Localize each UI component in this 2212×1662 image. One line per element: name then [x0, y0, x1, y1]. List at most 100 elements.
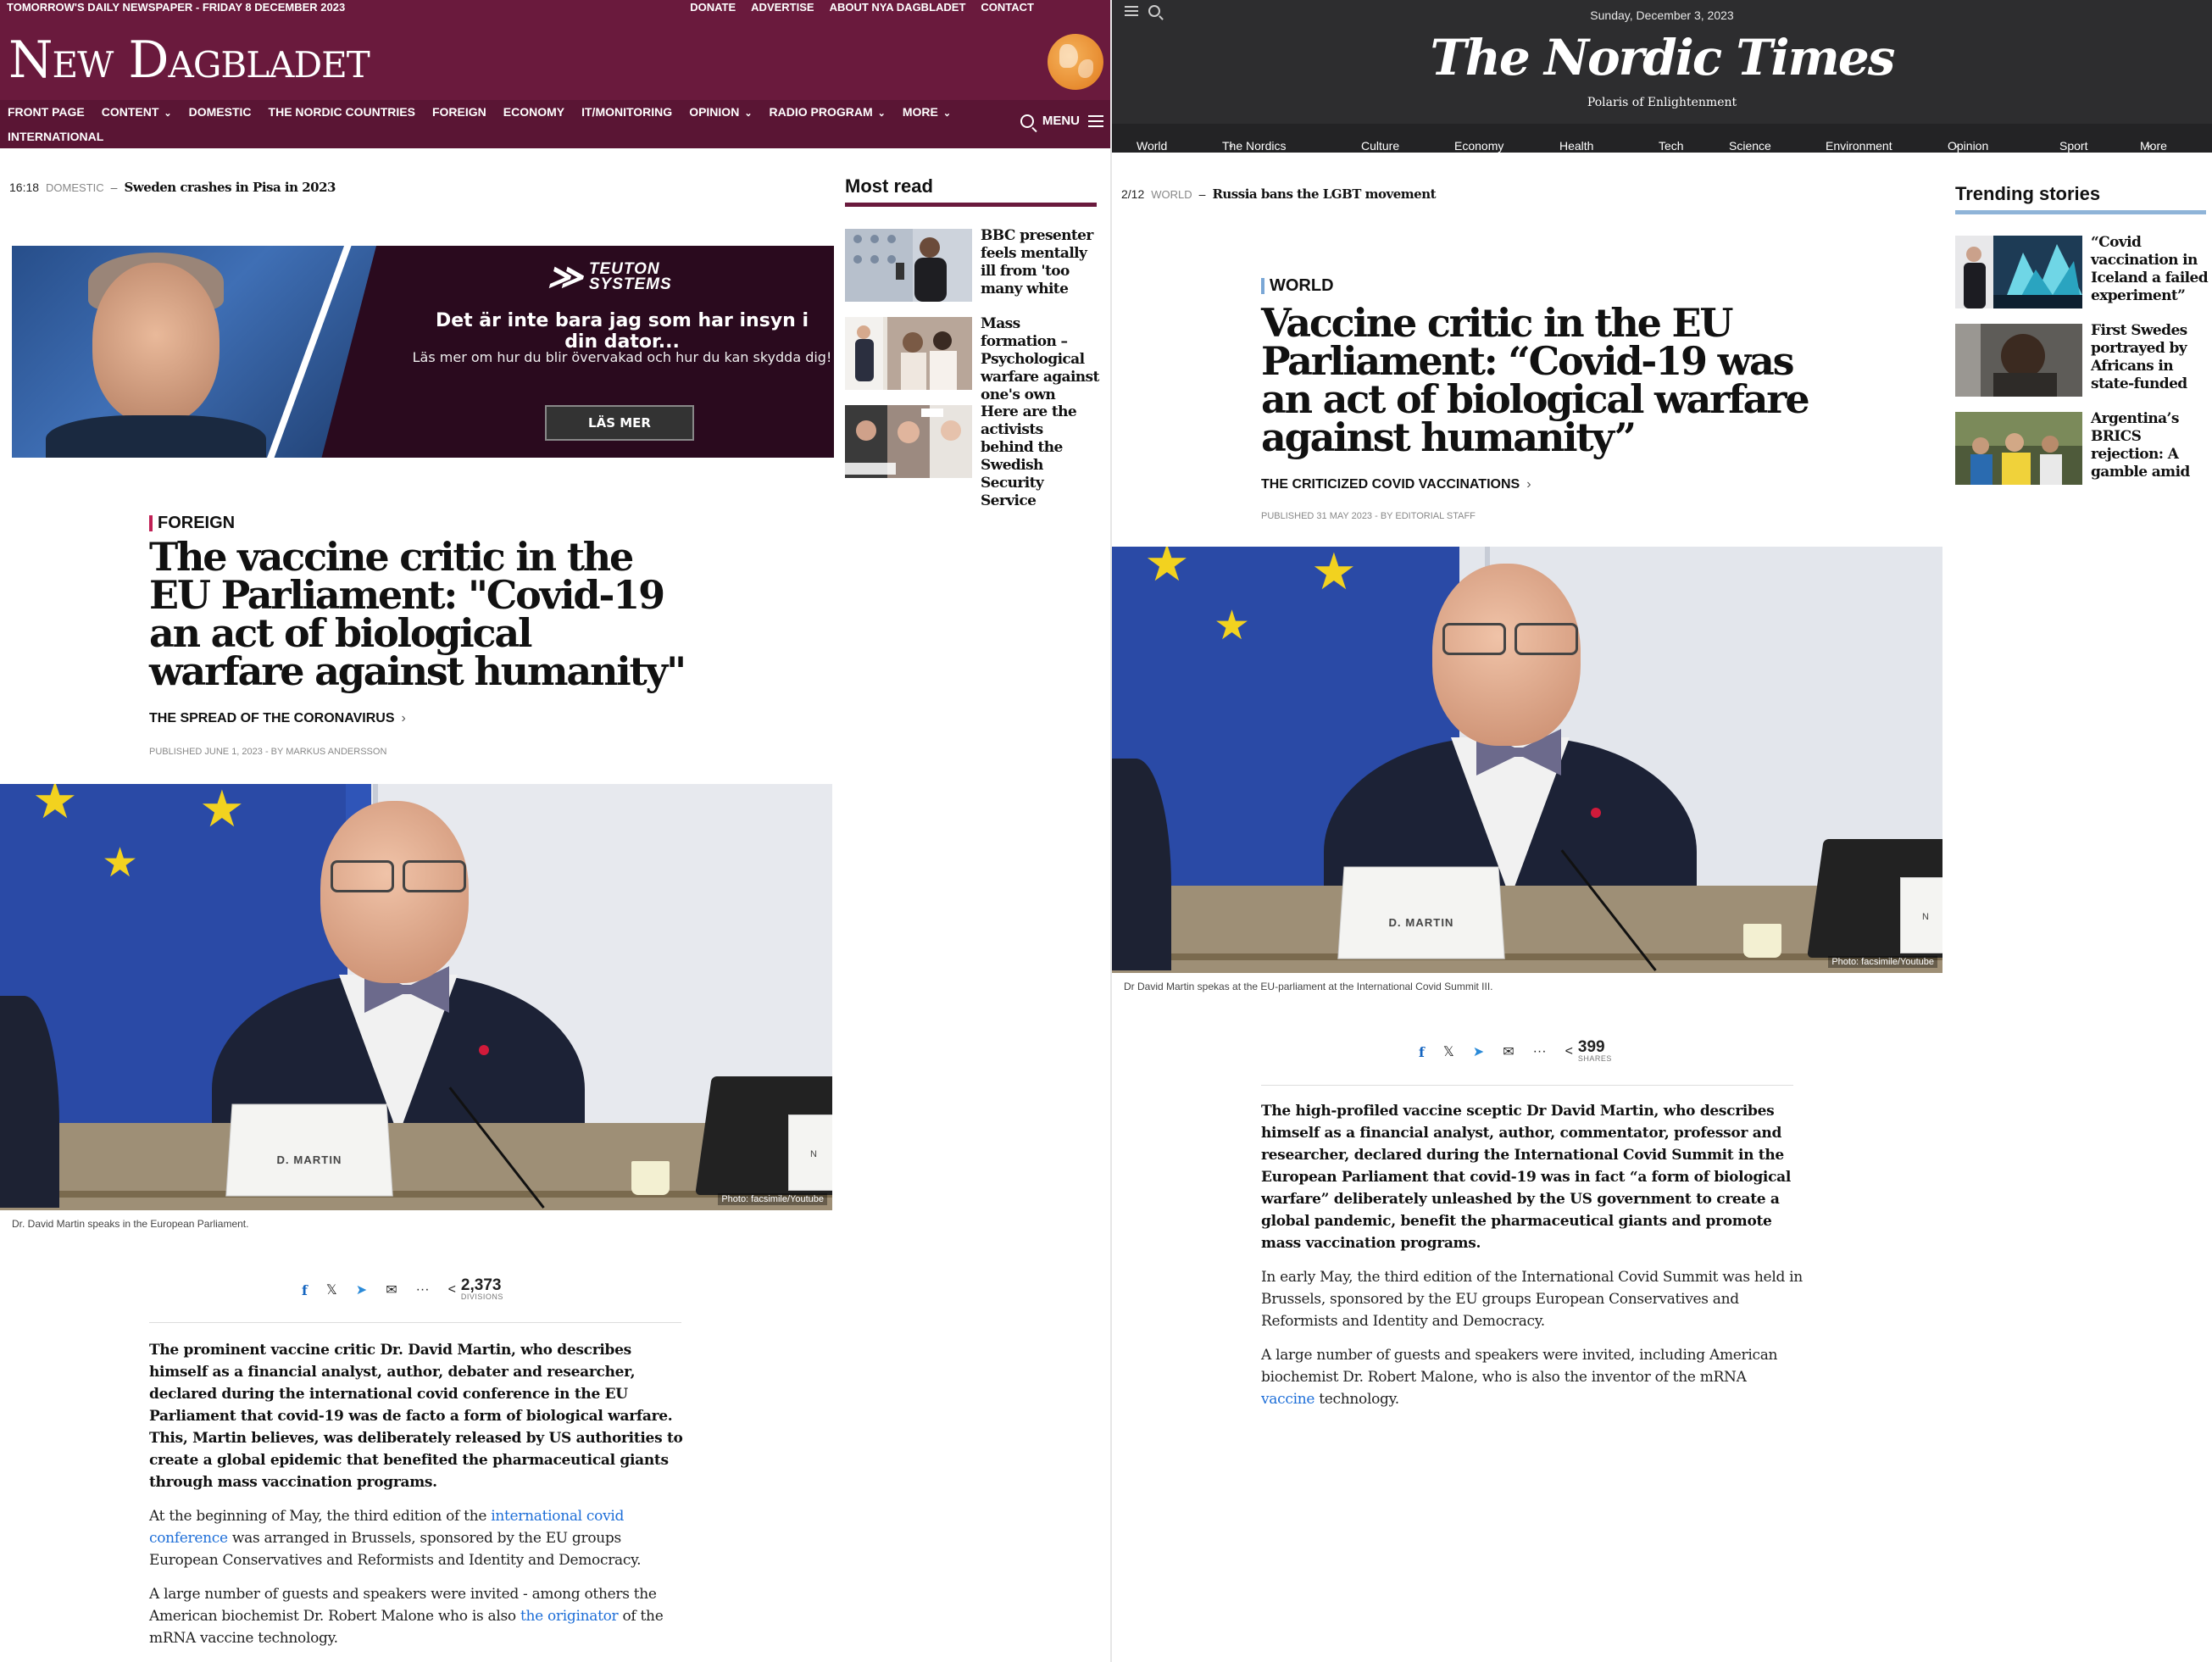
top-link-contact[interactable]: CONTACT	[981, 1, 1034, 14]
trending-title[interactable]: “Covid vaccination in Iceland a failed e…	[2091, 234, 2209, 305]
nordic-times-page: Sunday, December 3, 2023 The Nordic Time…	[1112, 0, 2212, 1662]
nav-item-economy[interactable]: ECONOMY	[503, 105, 564, 119]
ticker-category: WORLD	[1151, 188, 1192, 201]
telegram-icon[interactable]: ➤	[356, 1281, 367, 1298]
advertisement-banner[interactable]: ≫ TEUTON SYSTEMS Det är inte bara jag som…	[12, 246, 834, 458]
site-header: Sunday, December 3, 2023 The Nordic Time…	[1112, 0, 2212, 153]
most-read-thumbnail[interactable]	[845, 317, 972, 390]
most-read-heading: Most read	[845, 175, 1097, 207]
globe-logo-icon[interactable]	[1048, 34, 1103, 90]
header-tools	[1125, 5, 1160, 17]
news-ticker[interactable]: 2/12 WORLD – Russia bans the LGBT moveme…	[1121, 186, 1437, 202]
article-paragraph: At the beginning of May, the third editi…	[149, 1508, 642, 1569]
trending-thumbnail[interactable]	[1955, 236, 2082, 308]
ticker-category: DOMESTIC	[46, 181, 104, 194]
article-body: The high-profiled vaccine sceptic Dr Dav…	[1261, 1100, 1804, 1422]
article-header: FOREIGN The vaccine critic in the EU Par…	[149, 514, 692, 757]
telegram-icon[interactable]: ➤	[1473, 1043, 1484, 1060]
trending-thumbnail[interactable]	[1955, 412, 2082, 485]
facebook-icon[interactable]: f	[1419, 1044, 1425, 1060]
ad-brand-logo: ≫ TEUTON SYSTEMS	[545, 258, 672, 297]
share-counter[interactable]: < 399 SHARES	[1565, 1039, 1612, 1063]
ticker-dash: –	[110, 181, 118, 194]
nameplate: D. MARTIN	[1337, 866, 1505, 959]
most-read-item[interactable]: Here are the activists behind the Swedis…	[845, 403, 1097, 509]
most-read-title[interactable]: Mass formation – Psychological warfare a…	[981, 315, 1099, 404]
ad-photo	[12, 246, 376, 458]
share-icon: <	[1565, 1044, 1573, 1059]
site-logo[interactable]: The Nordic Times	[1112, 29, 2212, 86]
share-bar: f 𝕏 ➤ ✉ ··· < 399 SHARES	[1419, 1039, 1612, 1063]
share-bar: f 𝕏 ➤ ✉ ··· < 2,373 DIVISIONS	[302, 1277, 503, 1301]
trending-title[interactable]: First Swedes portrayed by Africans in st…	[2091, 322, 2209, 393]
nav-item-radio-program[interactable]: RADIO PROGRAM ⌄	[770, 105, 886, 119]
most-read-title[interactable]: BBC presenter feels mentally ill from 't…	[981, 227, 1099, 298]
article-header: WORLD Vaccine critic in the EU Parliamen…	[1261, 276, 1837, 521]
more-icon[interactable]: ···	[1533, 1044, 1547, 1059]
top-link-about[interactable]: ABOUT NYA DAGBLADET	[830, 1, 966, 14]
nav-item-international[interactable]: INTERNATIONAL	[8, 130, 103, 143]
trending-thumbnail[interactable]	[1955, 324, 2082, 397]
nav-item-domestic[interactable]: DOMESTIC	[189, 105, 252, 119]
site-header: TOMORROW'S DAILY NEWSPAPER - FRIDAY 8 DE…	[0, 0, 1110, 148]
nav-item-front-page[interactable]: FRONT PAGE	[8, 105, 85, 119]
site-logo[interactable]: New Dagbladet	[8, 31, 370, 90]
chevron-right-icon: ›	[401, 711, 406, 725]
inline-link[interactable]: the originator	[520, 1608, 619, 1625]
nav-item-more[interactable]: MORE ⌄	[903, 105, 951, 119]
article-paragraph: In early May, the third edition of the I…	[1261, 1269, 1803, 1330]
nav-item-it-monitoring[interactable]: IT/MONITORING	[581, 105, 672, 119]
new-dagbladet-page: TOMORROW'S DAILY NEWSPAPER - FRIDAY 8 DE…	[0, 0, 1110, 1662]
email-icon[interactable]: ✉	[1503, 1043, 1514, 1060]
chevron-down-icon: ⌄	[2145, 140, 2154, 150]
news-ticker[interactable]: 16:18 DOMESTIC – Sweden crashes in Pisa …	[9, 180, 336, 195]
trending-item[interactable]: First Swedes portrayed by Africans in st…	[1955, 322, 2209, 400]
nav-item-opinion[interactable]: OPINION ⌄	[689, 105, 752, 119]
article-topic-link[interactable]: THE SPREAD OF THE CORONAVIRUS ›	[149, 711, 692, 726]
most-read-title[interactable]: Here are the activists behind the Swedis…	[981, 403, 1099, 510]
nav-item-foreign[interactable]: FOREIGN	[432, 105, 486, 119]
article-kicker[interactable]: WORLD	[1261, 276, 1837, 296]
hamburger-icon[interactable]	[1088, 114, 1103, 127]
ticker-title[interactable]: Sweden crashes in Pisa in 2023	[124, 180, 336, 195]
menu-button[interactable]: MENU	[1042, 114, 1080, 128]
most-read-thumbnail[interactable]	[845, 405, 972, 478]
main-nav-row: FRONT PAGE CONTENT ⌄ DOMESTIC THE NORDIC …	[8, 105, 951, 119]
trending-title[interactable]: Argentina’s BRICS rejection: A gamble am…	[2091, 410, 2209, 481]
trending-item[interactable]: “Covid vaccination in Iceland a failed e…	[1955, 234, 2209, 312]
share-label: SHARES	[1577, 1054, 1612, 1063]
inline-link[interactable]: vaccine	[1261, 1391, 1314, 1408]
article-topic-link[interactable]: THE CRITICIZED COVID VACCINATIONS ›	[1261, 477, 1837, 492]
ticker-title[interactable]: Russia bans the LGBT movement	[1212, 186, 1436, 202]
x-icon[interactable]: 𝕏	[1443, 1043, 1454, 1060]
x-icon[interactable]: 𝕏	[326, 1281, 337, 1298]
top-link-advertise[interactable]: ADVERTISE	[751, 1, 814, 14]
article-kicker[interactable]: FOREIGN	[149, 514, 692, 533]
nav-item-nordic-countries[interactable]: THE NORDIC COUNTRIES	[269, 105, 415, 119]
search-icon[interactable]	[1020, 114, 1034, 128]
share-counter[interactable]: < 2,373 DIVISIONS	[447, 1277, 503, 1301]
most-read-item[interactable]: BBC presenter feels mentally ill from 't…	[845, 227, 1099, 305]
most-read-thumbnail[interactable]	[845, 229, 972, 302]
hamburger-icon[interactable]	[1125, 6, 1138, 16]
most-read-item[interactable]: Mass formation – Psychological warfare a…	[845, 315, 1099, 403]
article-photo[interactable]: ★ ★ ★ D. MARTIN N Photo: facsimile/Youtu…	[0, 784, 832, 1210]
top-link-donate[interactable]: DONATE	[690, 1, 736, 14]
article-photo[interactable]: ★ ★ ★ D. MARTIN N Photo: facsimile/Youtu…	[1112, 547, 1942, 973]
article-title: The vaccine critic in the EU Parliament:…	[149, 534, 686, 694]
ad-brand-mark-icon: ≫	[545, 258, 587, 296]
search-icon[interactable]	[1148, 5, 1160, 17]
trending-item[interactable]: Argentina’s BRICS rejection: A gamble am…	[1955, 410, 2209, 488]
chevron-down-icon: ⌄	[164, 108, 172, 119]
photo-caption: Dr David Martin spekas at the EU-parliam…	[1124, 981, 1493, 992]
nav-item-content[interactable]: CONTENT ⌄	[102, 105, 172, 119]
chevron-down-icon: ⌄	[877, 108, 886, 119]
share-icon: <	[447, 1282, 456, 1297]
ticker-time: 2/12	[1121, 187, 1145, 201]
main-nav: FRONT PAGE CONTENT ⌄ DOMESTIC THE NORDIC …	[0, 100, 1110, 148]
ad-read-more-button[interactable]: LÄS MER	[545, 405, 694, 441]
more-icon[interactable]: ···	[416, 1282, 430, 1298]
email-icon[interactable]: ✉	[386, 1281, 397, 1298]
article-meta: PUBLISHED 31 MAY 2023 - BY EDITORIAL STA…	[1261, 511, 1476, 521]
facebook-icon[interactable]: f	[302, 1282, 308, 1298]
